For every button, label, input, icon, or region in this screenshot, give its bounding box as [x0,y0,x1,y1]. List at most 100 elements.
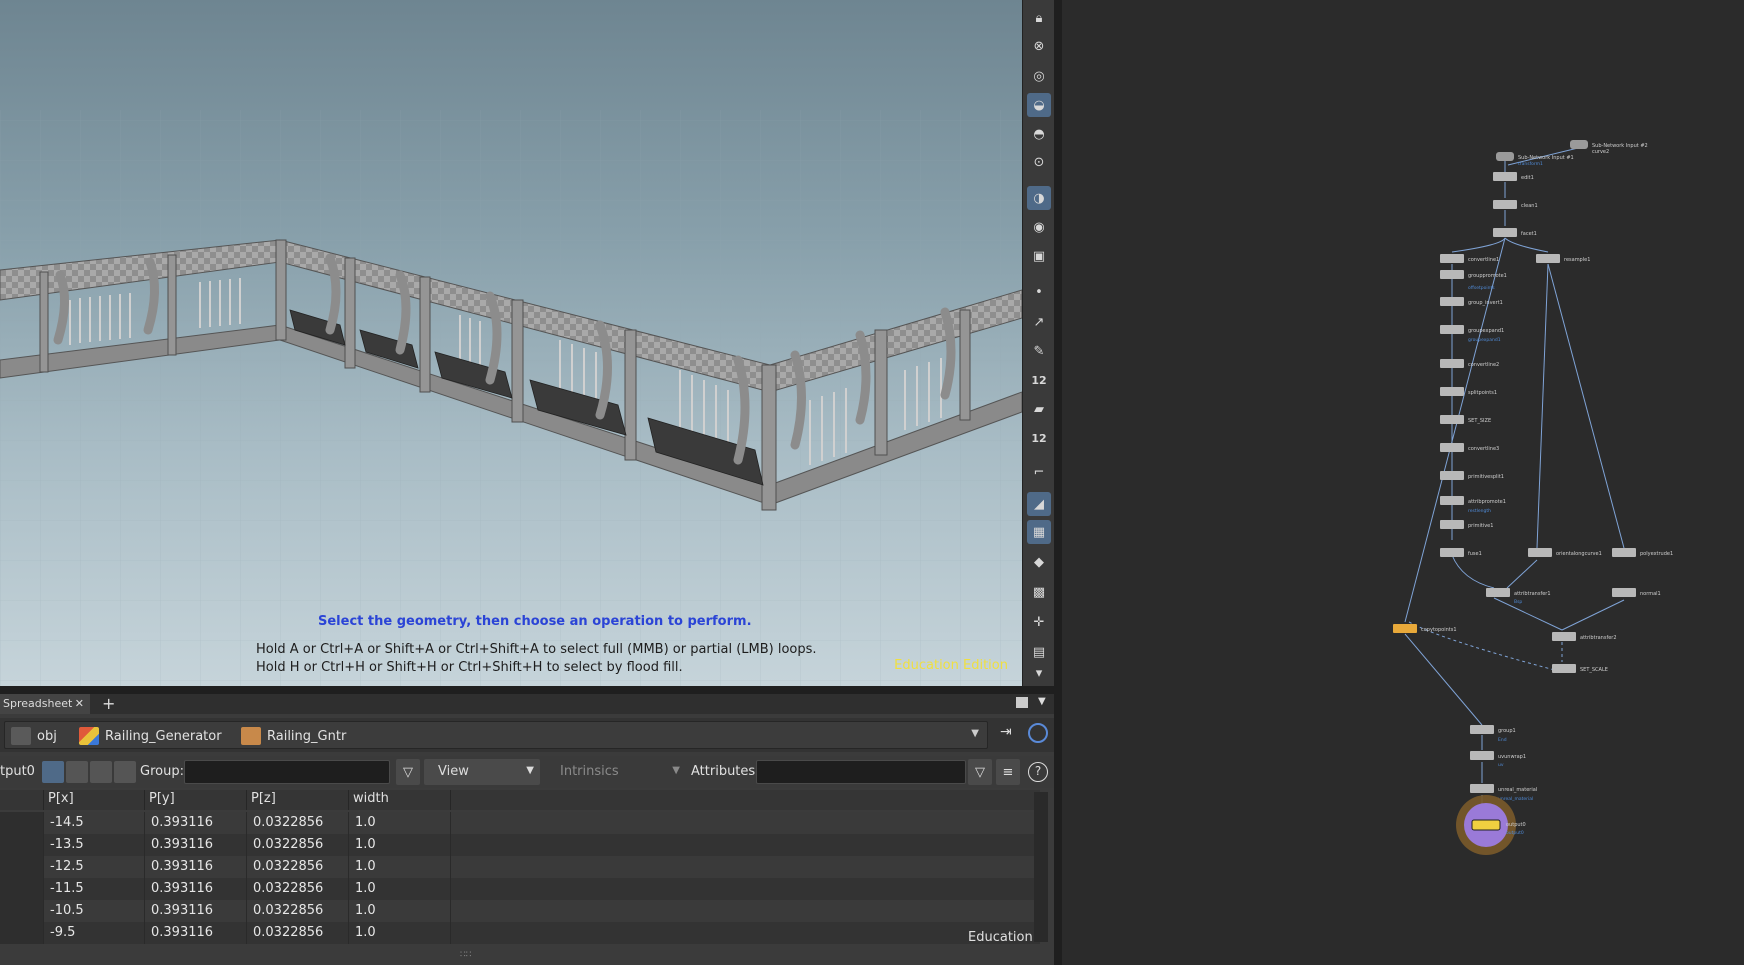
headlight-icon[interactable]: ⊙ [1027,150,1051,174]
points-mode-icon[interactable] [42,761,64,783]
light-bulb-icon[interactable]: ◒ [1027,93,1051,117]
node-primitive1[interactable]: primitive1 [1440,520,1493,529]
node-set-scale[interactable]: SET_SCALE [1552,664,1608,673]
vertices-mode-icon[interactable] [66,761,88,783]
node-graph-nodes[interactable]: Sub-Network Input #1 transform1 Sub-Netw… [1393,140,1673,855]
node-convertline3[interactable]: convertline3 [1440,443,1499,452]
camera-icon[interactable]: ▣ [1027,244,1051,268]
node-group-invert1[interactable]: group_invert1 [1440,297,1503,306]
table-cell: -10.5 [44,900,145,922]
add-tab-icon[interactable]: + [102,694,115,713]
pane-menu-chevron-down-icon[interactable]: ▼ [1038,696,1046,707]
close-icon[interactable]: ✕ [75,697,84,710]
texture-icon[interactable]: ▦ [1027,520,1051,544]
node-fuse1[interactable]: fuse1 [1440,548,1482,557]
node-facet1[interactable]: facet1 [1493,228,1537,237]
help-icon[interactable]: ? [1028,762,1048,782]
node-clean1[interactable]: clean1 [1493,200,1538,209]
node-attribpromote1[interactable]: attribpromote1 restlength [1440,496,1506,514]
node-normal1[interactable]: normal1 [1612,588,1661,597]
light-bulb-icon[interactable]: ◓ [1027,122,1051,146]
detail-mode-icon[interactable] [114,761,136,783]
column-header[interactable]: P[y] [145,790,247,810]
node-subnet-input-1[interactable]: Sub-Network Input #1 transform1 [1496,152,1574,167]
table-scrollbar-vertical[interactable] [1034,792,1048,942]
node-edit1[interactable]: edit1 [1493,172,1534,181]
pin-icon[interactable]: ⇥ [1000,724,1012,740]
table-row[interactable]: -10.5 0.393116 0.0322856 1.0 [0,900,1040,922]
node-uvunwrap1[interactable]: uvunwrap1 uv [1470,751,1526,768]
node-set-size[interactable]: SET_SIZE [1440,415,1491,424]
breadcrumb-node[interactable]: Railing_Gntr [241,726,346,746]
intrinsics-dropdown[interactable]: Intrinsics ▼ [546,759,686,785]
node-groupexpand1[interactable]: groupexpand1 groupexpand1 [1440,325,1504,343]
node-graph[interactable]: Sub-Network Input #1 transform1 Sub-Netw… [1062,0,1744,965]
node-grouppromote1[interactable]: grouppromote1 offsetpoints [1440,270,1507,291]
svg-text:attribtransfer2: attribtransfer2 [1580,635,1617,641]
node-orientalongcurve1[interactable]: orientalongcurve1 [1528,548,1602,557]
column-header[interactable]: P[z] [247,790,349,810]
pen-icon[interactable]: ✎ [1027,339,1051,363]
point-numbers-icon[interactable]: 12 [1027,368,1051,392]
railing-geometry[interactable] [0,0,1022,686]
transform-icon[interactable]: ✛ [1027,610,1051,634]
more-down-icon[interactable]: ▾ [1027,664,1051,682]
svg-text:facet1: facet1 [1521,231,1537,237]
snap-icon[interactable]: ◆ [1027,550,1051,574]
node-copytopoints1[interactable]: copytopoints1 [1393,624,1457,633]
breadcrumb-label: Railing_Generator [105,728,222,744]
path-dropdown-chevron-down-icon[interactable]: ▼ [971,728,979,739]
node-output0[interactable]: output0 output0 [1456,795,1526,855]
lock-icon[interactable]: 🔒︎ [1027,6,1051,30]
template-icon[interactable]: ◢ [1027,492,1051,516]
breadcrumb-asset[interactable]: Railing_Generator [79,726,222,746]
column-header[interactable]: P[x] [44,790,145,810]
attributes-filter-funnel-icon[interactable]: ▽ [968,759,992,785]
shading-icon[interactable]: ◑ [1027,186,1051,210]
group-filter-input[interactable] [184,760,390,784]
view-dropdown[interactable]: View ▼ [424,759,540,785]
normal-icon[interactable]: ↗ [1027,310,1051,334]
attributes-filter-input[interactable] [756,760,966,784]
node-resample1[interactable]: resample1 [1536,254,1590,263]
link-pane-icon[interactable] [1028,723,1048,743]
menu-icon[interactable]: ▤ [1027,640,1051,664]
prim-numbers-icon[interactable]: 12 [1027,426,1051,450]
paint-icon[interactable]: ▰ [1027,397,1051,421]
close-circle-icon[interactable]: ⊗ [1027,34,1051,58]
table-row[interactable]: -13.5 0.393116 0.0322856 1.0 [0,834,1040,856]
node-primitivesplit1[interactable]: primitivesplit1 [1440,471,1504,480]
visibility-icon[interactable]: ◉ [1027,215,1051,239]
node-splitpoints1[interactable]: splitpoints1 [1440,387,1497,396]
breadcrumb-obj[interactable]: obj [11,726,57,746]
pane-splitter-horizontal[interactable] [0,686,1054,694]
node-convertline2[interactable]: convertline2 [1440,359,1499,368]
node-attribtransfer1[interactable]: attribtransfer1 Bsp [1486,588,1551,605]
table-row[interactable]: -14.5 0.393116 0.0322856 1.0 [0,812,1040,834]
display-options-icon[interactable]: ◎ [1027,64,1051,88]
node-subnet-input-2[interactable]: Sub-Network Input #2 curve2 [1570,140,1648,155]
column-header[interactable]: width [349,790,451,810]
table-cell: 0.0322856 [247,812,349,834]
column-options-icon[interactable]: ≡ [996,759,1020,785]
tab-spreadsheet[interactable]: Spreadsheet ✕ [0,694,90,714]
node-convertline1[interactable]: convertline1 [1440,254,1499,263]
table-row[interactable]: -12.5 0.393116 0.0322856 1.0 [0,856,1040,878]
maximize-pane-icon[interactable] [1016,697,1028,708]
table-row[interactable]: -11.5 0.393116 0.0322856 1.0 [0,878,1040,900]
breadcrumb-label: Railing_Gntr [267,728,347,744]
pane-tab-bar: Spreadsheet ✕ + ▼ [0,694,1054,714]
node-group1[interactable]: group1 End [1470,725,1516,743]
group-filter-funnel-icon[interactable]: ▽ [396,759,420,785]
curve-icon[interactable]: ⌐ [1027,460,1051,484]
pane-splitter-vertical[interactable] [1054,0,1062,965]
resize-grip-icon[interactable]: ∷∷ [460,950,471,960]
network-editor[interactable]: Sub-Network Input #1 transform1 Sub-Netw… [1062,0,1744,965]
map-icon[interactable]: ▩ [1027,580,1051,604]
scene-viewport[interactable]: Select the geometry, then choose an oper… [0,0,1022,686]
point-icon[interactable]: • [1027,280,1051,304]
node-polyextrude1[interactable]: polyextrude1 [1612,548,1673,557]
table-row[interactable]: -9.5 0.393116 0.0322856 1.0 [0,922,1040,944]
primitives-mode-icon[interactable] [90,761,112,783]
node-attribtransfer2[interactable]: attribtransfer2 [1552,632,1617,641]
